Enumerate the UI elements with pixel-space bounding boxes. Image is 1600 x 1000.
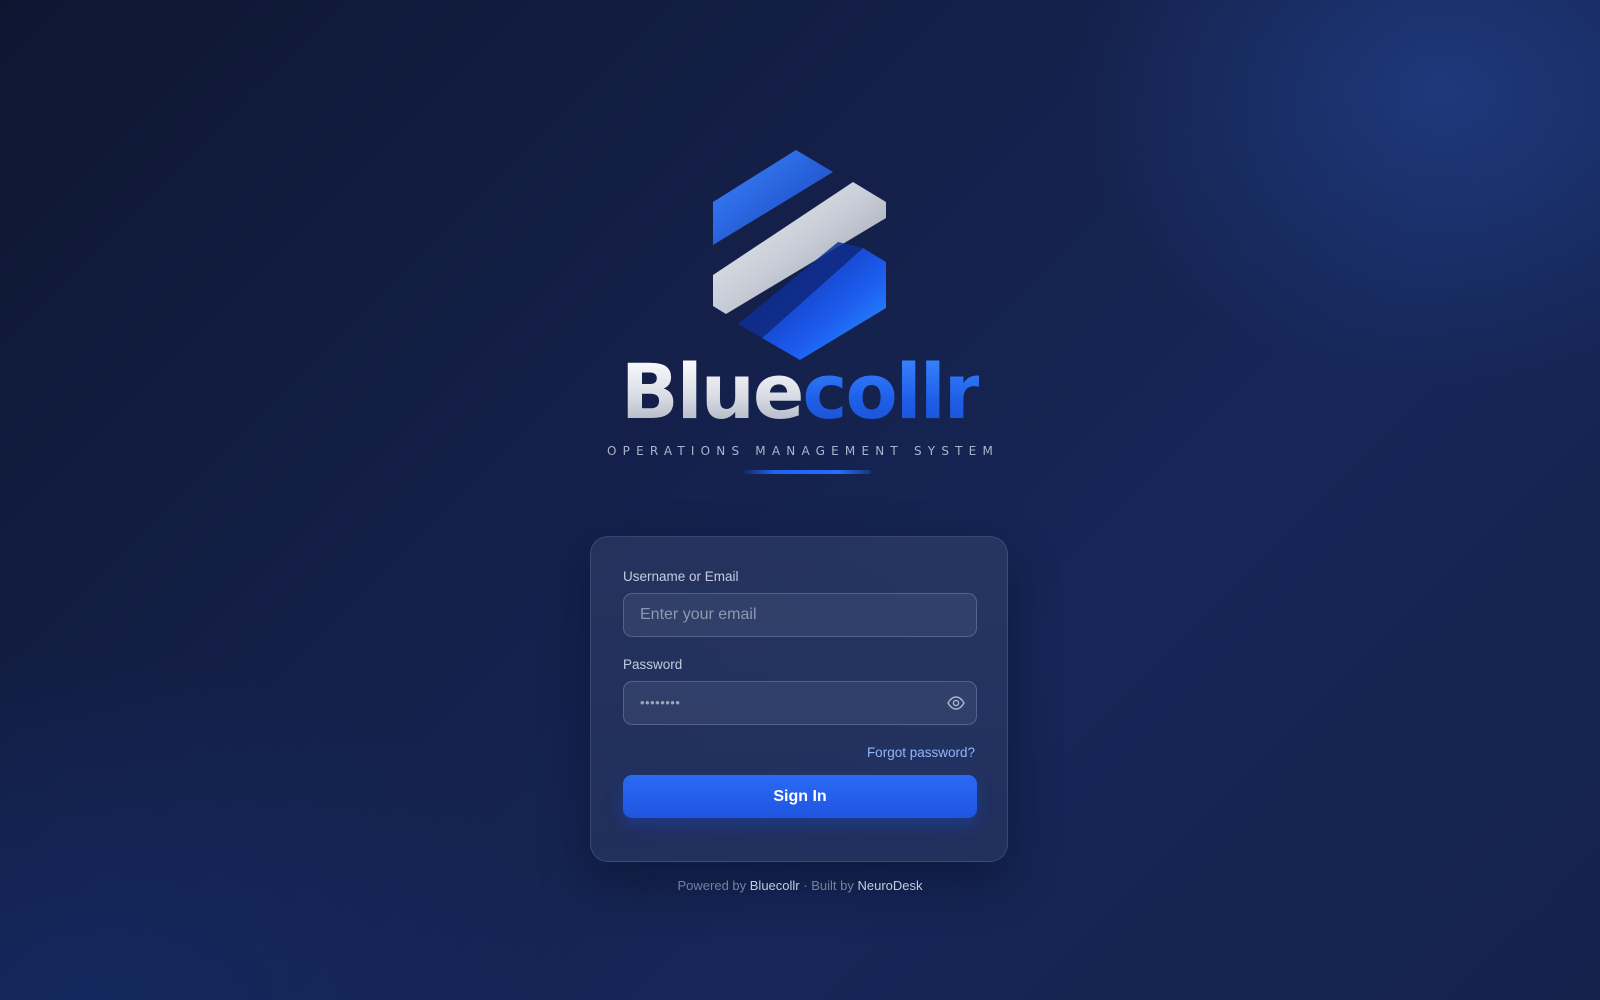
password-input[interactable] <box>624 682 976 724</box>
forgot-password-row: Forgot password? <box>623 745 975 761</box>
hexagon-s-logo-icon <box>712 150 886 360</box>
forgot-password-link[interactable]: Forgot password? <box>867 745 975 760</box>
footer-credits: Powered by Bluecollr · Built by NeuroDes… <box>0 878 1600 893</box>
login-card: Username or Email Password •••••••• Forg… <box>590 536 1008 862</box>
footer-separator: · <box>803 878 808 893</box>
wordmark-part-1: Blue <box>620 347 805 436</box>
built-by-brand: NeuroDesk <box>857 878 923 893</box>
username-field-wrapper <box>623 593 977 637</box>
sign-in-button[interactable]: Sign In <box>623 775 977 818</box>
brand-tagline: OPERATIONS MANAGEMENT SYSTEM <box>606 444 1000 458</box>
password-label: Password <box>623 657 683 672</box>
powered-by-prefix: Powered by <box>677 878 747 893</box>
built-by-prefix: Built by <box>811 878 854 893</box>
accent-divider <box>741 470 871 474</box>
username-label: Username or Email <box>623 569 739 584</box>
brand-wordmark: Blue collr <box>620 347 981 436</box>
eye-icon[interactable] <box>946 693 966 713</box>
powered-by-brand: Bluecollr <box>749 878 800 893</box>
username-input[interactable] <box>624 594 976 636</box>
password-field-wrapper: •••••••• <box>623 681 977 725</box>
wordmark-part-2: collr <box>802 347 981 436</box>
brand-header: Blue collr OPERATIONS MANAGEMENT SYSTEM <box>0 150 1600 474</box>
